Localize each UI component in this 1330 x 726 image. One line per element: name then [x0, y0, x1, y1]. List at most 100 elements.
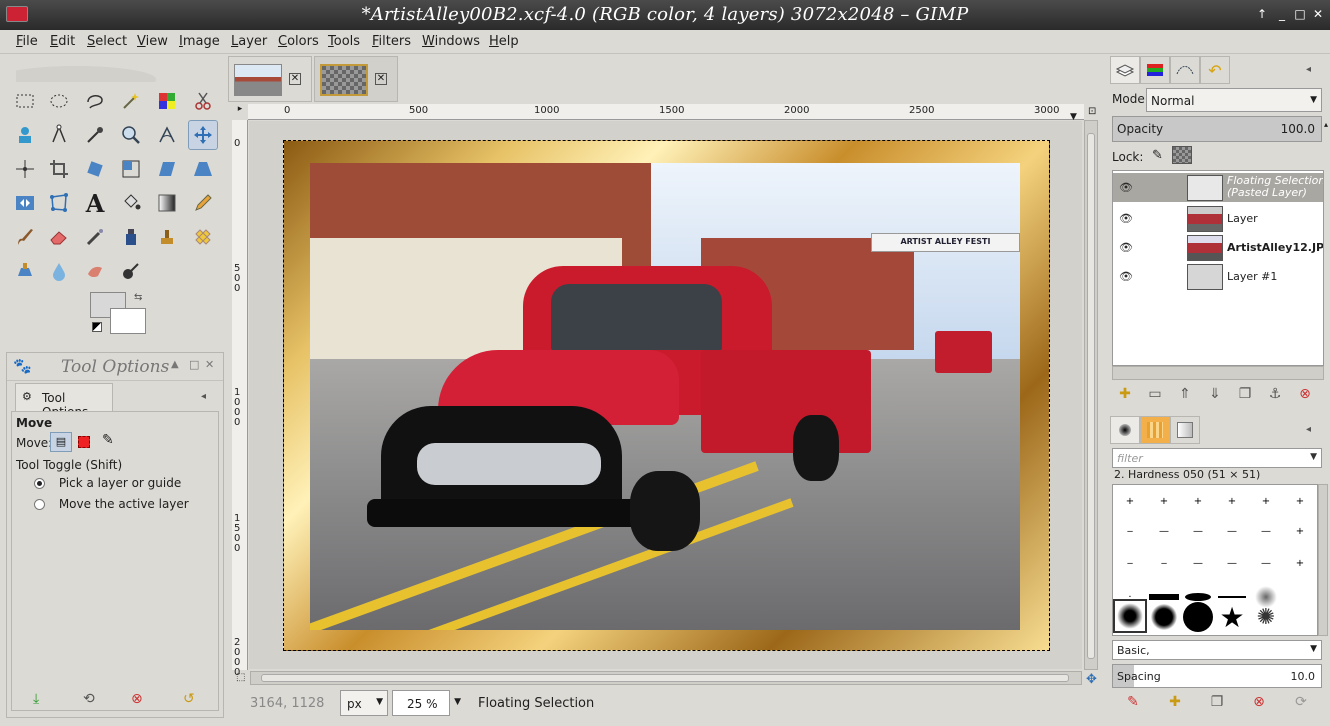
- brush-item[interactable]: +: [1147, 485, 1181, 517]
- anchor-layer-icon[interactable]: ⚓: [1264, 386, 1286, 406]
- wilber-drop-area[interactable]: [16, 56, 216, 82]
- layer-row[interactable]: 👁 Layer: [1113, 204, 1323, 233]
- brush-item[interactable]: ‒: [1113, 547, 1147, 579]
- raise-layer-icon[interactable]: ⇑: [1174, 386, 1196, 406]
- maximize-icon[interactable]: □: [1292, 6, 1308, 22]
- brush-set-select[interactable]: Basic, ▼: [1112, 640, 1322, 660]
- dock-close-icon[interactable]: ✕: [205, 358, 214, 371]
- brush-item[interactable]: ★: [1215, 601, 1249, 634]
- delete-brush-icon[interactable]: ⊗: [1248, 694, 1270, 716]
- background-color-swatch[interactable]: [110, 308, 146, 334]
- close-tab-icon[interactable]: ✕: [289, 73, 301, 85]
- brush-filter-input[interactable]: filter ▼: [1112, 448, 1322, 468]
- new-layer-icon[interactable]: ✚: [1114, 386, 1136, 406]
- vertical-ruler[interactable]: 0 5 0 0 1 0 0 0 1 5 0 0 2 0 0 0: [232, 120, 248, 678]
- scrollbar-thumb[interactable]: [1087, 133, 1095, 659]
- brush-item[interactable]: +: [1181, 485, 1215, 517]
- brush-item[interactable]: +: [1249, 485, 1283, 517]
- heal-icon[interactable]: [188, 222, 218, 252]
- lock-alpha-icon[interactable]: [1172, 146, 1192, 164]
- text-tool-icon[interactable]: A: [80, 188, 110, 218]
- brush-grid[interactable]: + + + + + + ‒ — — — — + ‒ ‒ — — — + · ★ …: [1112, 484, 1318, 636]
- brush-item[interactable]: —: [1181, 515, 1215, 547]
- tab-menu-icon[interactable]: ◂: [201, 391, 206, 402]
- layer-row[interactable]: 👁 Layer #1: [1113, 262, 1323, 291]
- save-options-icon[interactable]: ⤓: [33, 691, 39, 707]
- perspective-clone-icon[interactable]: [10, 256, 40, 286]
- navigate-icon[interactable]: ✥: [1086, 672, 1097, 687]
- paths-icon[interactable]: [44, 120, 74, 150]
- color-picker-icon[interactable]: [80, 120, 110, 150]
- layer-name[interactable]: ArtistAlley12.JP: [1227, 241, 1323, 254]
- image-tab-current[interactable]: ✕: [314, 56, 398, 102]
- menu-tools[interactable]: Tools: [328, 34, 360, 49]
- ruler-corner-menu[interactable]: ▸: [232, 104, 248, 120]
- brush-vertical-scrollbar[interactable]: [1318, 484, 1328, 636]
- menu-filters[interactable]: Filters: [372, 34, 411, 49]
- paintbrush-icon[interactable]: [10, 222, 40, 252]
- layer-mode-select[interactable]: Normal ▼: [1146, 88, 1322, 112]
- blend-icon[interactable]: [152, 188, 182, 218]
- tab-paths[interactable]: [1170, 56, 1200, 84]
- tab-menu-icon[interactable]: ◂: [1306, 424, 1311, 435]
- tab-layers[interactable]: [1110, 56, 1140, 84]
- brush-spacing-slider[interactable]: Spacing 10.0: [1112, 664, 1322, 688]
- image-canvas[interactable]: ARTIST ALLEY FESTI: [249, 121, 1082, 669]
- select-by-color-icon[interactable]: [152, 86, 182, 116]
- quick-mask-icon[interactable]: ⬚: [236, 672, 245, 683]
- shear-icon[interactable]: [152, 154, 182, 184]
- duplicate-layer-icon[interactable]: ❐: [1234, 386, 1256, 406]
- brush-item[interactable]: +: [1113, 485, 1147, 517]
- tab-tool-options[interactable]: ⚙ Tool Options: [15, 383, 113, 419]
- tab-patterns[interactable]: [1140, 416, 1170, 444]
- tab-undo-history[interactable]: ↶: [1200, 56, 1230, 84]
- new-brush-icon[interactable]: ✚: [1164, 694, 1186, 716]
- tab-gradients[interactable]: [1170, 416, 1200, 444]
- scale-icon[interactable]: [116, 154, 146, 184]
- brush-item[interactable]: +: [1283, 485, 1317, 517]
- visibility-eye-icon[interactable]: 👁: [1119, 181, 1133, 194]
- brush-item[interactable]: —: [1249, 515, 1283, 547]
- opacity-stepper-icon[interactable]: ▴: [1324, 120, 1328, 129]
- rect-select-icon[interactable]: [10, 86, 40, 116]
- brush-item[interactable]: ‒: [1147, 547, 1181, 579]
- menu-image[interactable]: Image: [179, 34, 220, 49]
- dodge-burn-icon[interactable]: [116, 256, 146, 286]
- layer-name[interactable]: Floating Selection (Pasted Layer): [1227, 175, 1323, 199]
- move-selection-mode-button[interactable]: [78, 436, 90, 448]
- delete-layer-icon[interactable]: ⊗: [1294, 386, 1316, 406]
- menu-help[interactable]: Help: [489, 34, 519, 49]
- brush-item[interactable]: —: [1249, 547, 1283, 579]
- edit-brush-icon[interactable]: ✎: [1122, 694, 1144, 716]
- dock-up-icon[interactable]: ▲: [171, 359, 179, 370]
- vertical-scrollbar[interactable]: [1084, 120, 1098, 670]
- option-move-active[interactable]: Move the active layer: [34, 497, 189, 511]
- delete-options-icon[interactable]: ⊗: [131, 691, 143, 707]
- layers-list[interactable]: 👁 Floating Selection (Pasted Layer) 👁 La…: [1112, 170, 1324, 366]
- restore-options-icon[interactable]: ⟲: [83, 691, 95, 707]
- eraser-icon[interactable]: [44, 222, 74, 252]
- reset-options-icon[interactable]: ↺: [183, 691, 195, 707]
- brush-item[interactable]: —: [1215, 547, 1249, 579]
- layer-name[interactable]: Layer: [1227, 212, 1258, 225]
- minimize-icon[interactable]: _: [1274, 6, 1290, 22]
- rotate-icon[interactable]: [80, 154, 110, 184]
- visibility-eye-icon[interactable]: 👁: [1119, 270, 1133, 283]
- fuzzy-select-icon[interactable]: [116, 86, 146, 116]
- dock-maximize-icon[interactable]: □: [189, 358, 199, 371]
- close-window-icon[interactable]: ✕: [1310, 6, 1326, 22]
- brush-item[interactable]: —: [1147, 515, 1181, 547]
- brush-item[interactable]: +: [1283, 547, 1317, 579]
- opacity-slider[interactable]: Opacity 100.0: [1112, 116, 1322, 142]
- menu-select[interactable]: Select: [87, 34, 127, 49]
- visibility-eye-icon[interactable]: 👁: [1119, 241, 1133, 254]
- bucket-fill-icon[interactable]: [116, 188, 146, 218]
- zoom-icon[interactable]: [116, 120, 146, 150]
- scissors-select-icon[interactable]: [188, 86, 218, 116]
- new-layer-group-icon[interactable]: ▭: [1144, 386, 1166, 406]
- refresh-brushes-icon[interactable]: ⟳: [1290, 694, 1312, 716]
- layer-row[interactable]: 👁 Floating Selection (Pasted Layer): [1113, 173, 1323, 202]
- flip-icon[interactable]: [10, 188, 40, 218]
- radio-pick-layer[interactable]: [34, 478, 45, 489]
- layer-row[interactable]: 👁 ArtistAlley12.JP: [1113, 233, 1323, 262]
